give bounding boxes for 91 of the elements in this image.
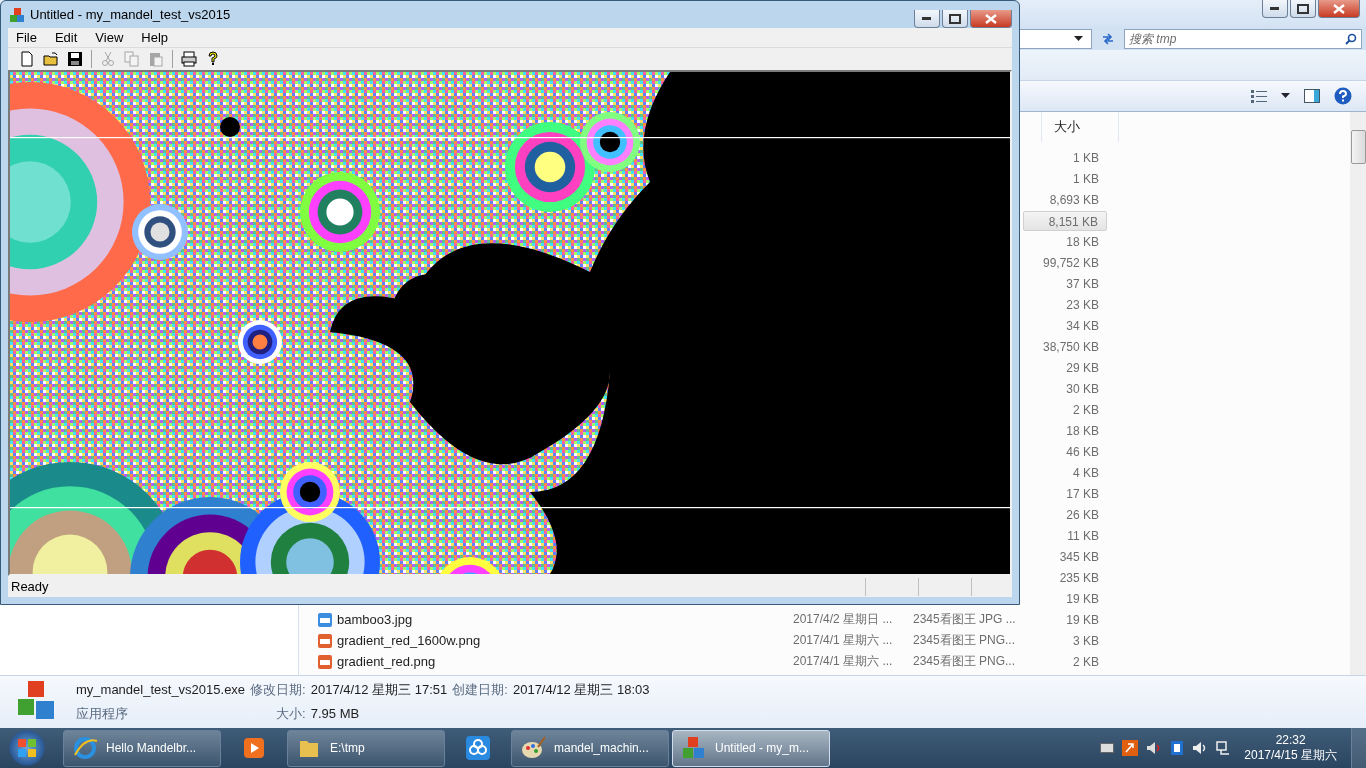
taskbar-button[interactable]: mandel_machin... bbox=[511, 729, 669, 767]
size-cell-text: 46 KB bbox=[1065, 443, 1100, 461]
size-cell-text: 30 KB bbox=[1065, 380, 1100, 398]
cloud-icon bbox=[465, 735, 491, 761]
file-type: 应用程序 bbox=[76, 705, 129, 723]
column-header[interactable]: 大小 bbox=[1041, 112, 1119, 142]
media-player-icon bbox=[241, 735, 267, 761]
clock-time: 22:32 bbox=[1275, 733, 1306, 748]
start-icon bbox=[16, 737, 38, 759]
minimize-icon bbox=[922, 16, 932, 21]
type-cell: 2345看图王 PNG... bbox=[913, 654, 1016, 668]
size-cell-text: 11 KB bbox=[1066, 527, 1100, 545]
modified-date: 2017/4/12 星期三 17:51 bbox=[310, 681, 448, 699]
size-cell: 8,151 KB bbox=[1023, 210, 1107, 231]
menu-item[interactable]: View bbox=[87, 29, 132, 45]
size-cell-text: 1 KB bbox=[1072, 170, 1100, 188]
taskbar-button[interactable]: Hello Mandelbr... bbox=[63, 729, 221, 767]
size-cell-text: 19 KB bbox=[1065, 611, 1100, 629]
size-cell-text: 235 KB bbox=[1058, 569, 1100, 587]
network-icon[interactable] bbox=[1170, 740, 1185, 756]
clock-date: 2017/4/15 星期六 bbox=[1244, 748, 1337, 763]
close-button[interactable] bbox=[970, 10, 1012, 28]
maximize-button[interactable] bbox=[942, 10, 968, 28]
size-cell-text: 345 KB bbox=[1058, 548, 1100, 566]
dropdown-icon[interactable] bbox=[1281, 93, 1290, 99]
window-title: Untitled - my_mandel_test_vs2015 bbox=[30, 7, 231, 22]
size-cell-text: 19 KB bbox=[1065, 590, 1100, 608]
png-file-icon bbox=[317, 632, 333, 649]
date-cell: 2017/4/2 星期日 ... bbox=[793, 612, 893, 626]
close-icon bbox=[1333, 3, 1345, 14]
size-cell-text: 23 KB bbox=[1065, 296, 1100, 314]
date-cell: 2017/4/1 星期六 ... bbox=[793, 654, 893, 668]
minimize-button[interactable] bbox=[914, 10, 940, 28]
size-cell-text: 17 KB bbox=[1065, 485, 1100, 503]
file-size: 7.95 MB bbox=[310, 706, 361, 721]
close-button[interactable] bbox=[1318, 0, 1360, 18]
date-cell: 2017/4/1 星期六 ... bbox=[793, 633, 893, 647]
help-icon[interactable] bbox=[1334, 87, 1352, 105]
view-list-icon[interactable] bbox=[1251, 89, 1267, 103]
png-file-icon bbox=[317, 653, 333, 670]
minimize-icon bbox=[1270, 6, 1280, 11]
scrollbar[interactable] bbox=[1350, 112, 1366, 675]
menu-item[interactable]: File bbox=[8, 29, 45, 45]
file-name[interactable]: gradient_red_1600w.png bbox=[337, 633, 481, 648]
dropdown-icon[interactable] bbox=[1074, 36, 1083, 42]
size-cell-text: 18 KB bbox=[1065, 233, 1100, 251]
created-label: 创建日期: bbox=[452, 681, 508, 699]
file-name[interactable]: gradient_red.png bbox=[337, 654, 436, 669]
created-date: 2017/4/12 星期三 18:03 bbox=[512, 681, 650, 699]
preview-pane-icon[interactable] bbox=[1304, 89, 1320, 103]
refresh-icon bbox=[1101, 33, 1115, 45]
jpg-file-icon bbox=[317, 611, 333, 628]
size-cell-text: 29 KB bbox=[1065, 359, 1100, 377]
size-cell-text: 4 KB bbox=[1072, 464, 1100, 482]
size-cell-text: 2 KB bbox=[1072, 653, 1100, 671]
maximize-button[interactable] bbox=[1290, 0, 1316, 18]
modified-label: 修改日期: bbox=[250, 681, 306, 699]
minimize-button[interactable] bbox=[1262, 0, 1288, 18]
cubes-icon bbox=[681, 735, 707, 761]
size-cell-text: 2 KB bbox=[1072, 401, 1100, 419]
status-text: Ready bbox=[10, 579, 50, 595]
type-cell: 2345看图王 JPG ... bbox=[913, 612, 1016, 626]
size-cell-text: 37 KB bbox=[1065, 275, 1100, 293]
file-name: my_mandel_test_vs2015.exe bbox=[76, 682, 246, 697]
size-cell-text: 26 KB bbox=[1065, 506, 1100, 524]
type-cell: 2345看图王 PNG... bbox=[913, 633, 1016, 647]
size-cell-text: 38,750 KB bbox=[1041, 338, 1100, 356]
size-cell-text: 99,752 KB bbox=[1041, 254, 1100, 272]
maximize-icon bbox=[1297, 3, 1309, 14]
size-cell-text: 8,693 KB bbox=[1048, 191, 1100, 209]
size-cell-text: 34 KB bbox=[1065, 317, 1100, 335]
browser-icon bbox=[72, 735, 98, 761]
clock[interactable]: 22:32 2017/4/15 星期六 bbox=[1238, 733, 1343, 763]
palette-icon bbox=[520, 735, 546, 761]
size-cell-text: 18 KB bbox=[1065, 422, 1100, 440]
taskbar-button[interactable]: E:\tmp bbox=[287, 729, 445, 767]
search-field[interactable]: 搜索 tmp bbox=[1124, 29, 1362, 49]
size-label: 大小: bbox=[276, 705, 306, 723]
input-method-icon[interactable] bbox=[1122, 740, 1139, 756]
scrollbar-thumb[interactable] bbox=[1351, 130, 1366, 164]
keyboard-icon[interactable] bbox=[1100, 743, 1115, 753]
size-cell-text: 3 KB bbox=[1072, 632, 1100, 650]
search-icon bbox=[1345, 33, 1357, 45]
menu-item[interactable]: Help bbox=[133, 29, 177, 45]
cubes-icon bbox=[9, 6, 25, 23]
menu-item[interactable]: Edit bbox=[46, 29, 86, 45]
maximize-icon bbox=[949, 13, 961, 24]
close-icon bbox=[985, 13, 997, 24]
file-name[interactable]: bamboo3.jpg bbox=[337, 612, 413, 627]
size-cell-text: 1 KB bbox=[1072, 149, 1100, 167]
monitor-icon[interactable] bbox=[1216, 741, 1231, 755]
